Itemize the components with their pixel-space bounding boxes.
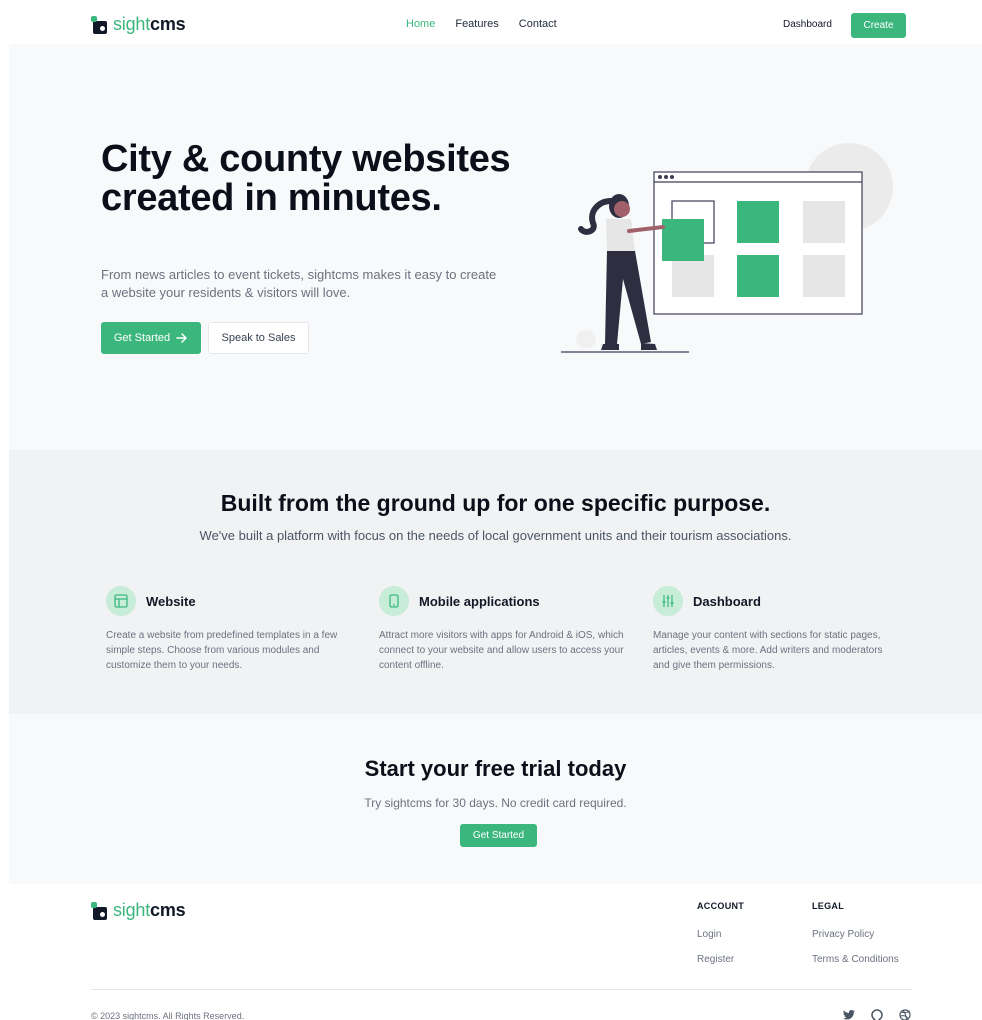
speak-to-sales-button[interactable]: Speak to Sales (208, 322, 309, 354)
nav-link-features[interactable]: Features (455, 18, 498, 30)
trial-subtitle: Try sightcms for 30 days. No credit card… (364, 796, 627, 810)
hero-illustration (561, 143, 893, 353)
features-title: Built from the ground up for one specifi… (220, 490, 771, 516)
feature-desc: Create a website from predefined templat… (106, 630, 338, 671)
copyright-text: © 2023 sightcms. All Rights Reserved. (91, 1011, 245, 1020)
footer-divider (91, 989, 912, 990)
brand-logo[interactable]: sightcms (91, 14, 186, 35)
brand-name: sightcms (113, 14, 186, 34)
feature-title: Website (146, 593, 196, 609)
layout-icon (106, 586, 136, 616)
feature-dashboard: Dashboard Manage your content with secti… (653, 586, 898, 673)
footer-heading: ACCOUNT (697, 901, 745, 911)
get-started-button[interactable]: Get Started (101, 322, 201, 354)
hero-subtitle: From news articles to event tickets, sig… (101, 267, 497, 300)
logo-mark-icon (91, 15, 109, 34)
footer-heading: LEGAL (812, 901, 844, 911)
footer-link-terms[interactable]: Terms & Conditions (812, 954, 899, 965)
arrow-right-icon (176, 333, 187, 343)
feature-desc: Attract more visitors with apps for Andr… (379, 630, 624, 671)
features-subtitle: We've built a platform with focus on the… (199, 528, 792, 543)
github-icon[interactable] (871, 1009, 883, 1020)
feature-title: Dashboard (693, 593, 761, 609)
footer-link-login[interactable]: Login (697, 929, 744, 940)
create-button[interactable]: Create (851, 13, 906, 38)
nav-link-home[interactable]: Home (406, 18, 435, 30)
trial-title: Start your free trial today (364, 756, 627, 781)
feature-mobile-applications: Mobile applications Attract more visitor… (379, 586, 624, 673)
mobile-icon (379, 586, 409, 616)
twitter-icon[interactable] (843, 1009, 855, 1020)
footer-link-register[interactable]: Register (697, 954, 744, 965)
dribbble-icon[interactable] (899, 1009, 911, 1020)
footer-link-privacy[interactable]: Privacy Policy (812, 929, 899, 940)
feature-website: Website Create a website from predefined… (106, 586, 351, 673)
social-links (843, 1009, 911, 1020)
trial-section: Start your free trial today Try sightcms… (9, 714, 982, 884)
nav-links: Home Features Contact (406, 18, 557, 30)
footer-brand-logo[interactable]: sightcms (91, 900, 186, 921)
footer: sightcms ACCOUNT Login Register LEGAL Pr… (0, 884, 982, 1020)
top-navbar: sightcms Home Features Contact Dashboard… (0, 0, 982, 44)
footer-legal-column: LEGAL Privacy Policy Terms & Conditions (812, 901, 899, 965)
trial-get-started-button[interactable]: Get Started (460, 824, 537, 847)
sliders-icon (653, 586, 683, 616)
feature-desc: Manage your content with sections for st… (653, 630, 883, 671)
footer-account-column: ACCOUNT Login Register (697, 901, 744, 965)
get-started-label: Get Started (113, 332, 171, 344)
logo-mark-icon (91, 901, 109, 920)
feature-title: Mobile applications (419, 593, 540, 609)
brand-name: sightcms (113, 900, 186, 920)
hero-title: City & county websites created in minute… (101, 138, 511, 219)
dashboard-link[interactable]: Dashboard (783, 19, 832, 30)
features-section: Built from the ground up for one specifi… (9, 450, 982, 714)
nav-link-contact[interactable]: Contact (519, 18, 557, 30)
hero-section: City & county websites created in minute… (9, 44, 982, 450)
